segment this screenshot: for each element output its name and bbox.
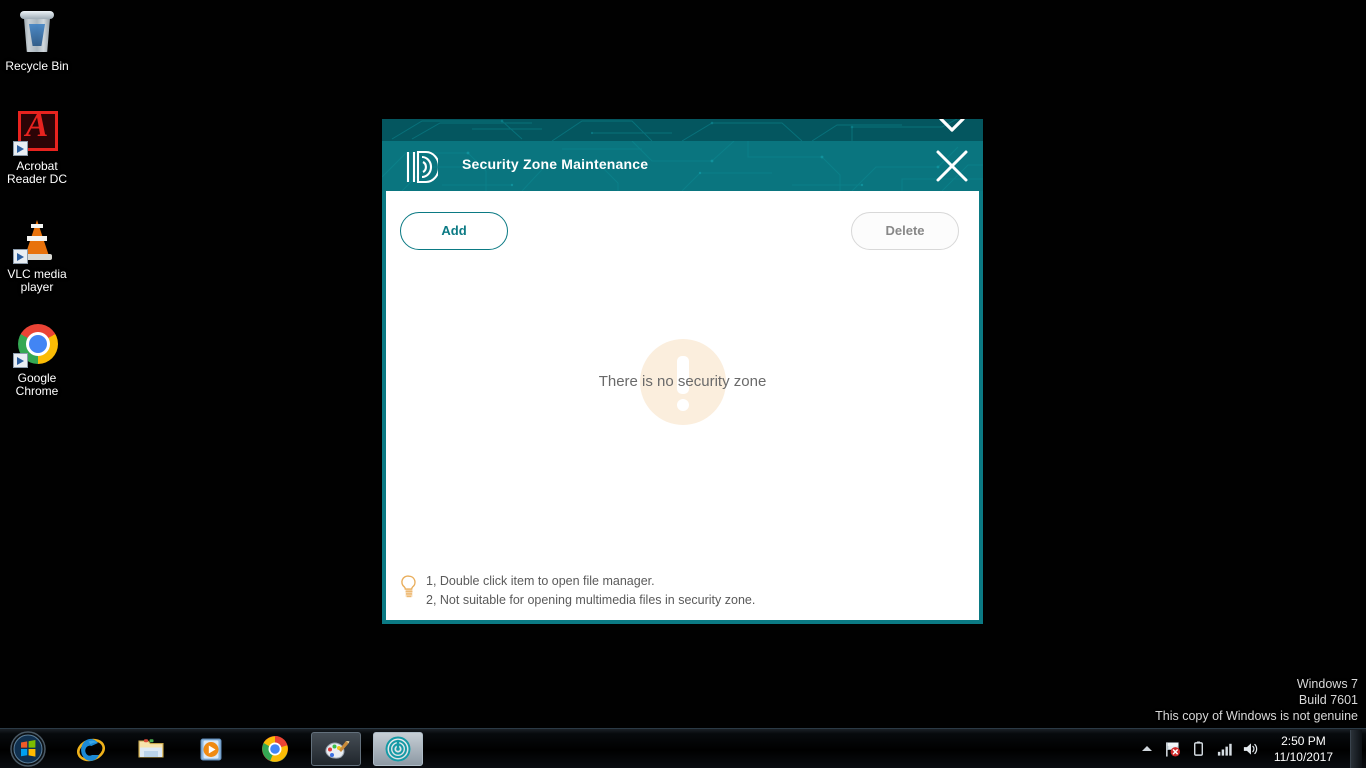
clock-date: 11/10/2017 [1273, 750, 1333, 764]
taskbar-item-windows-media-player[interactable] [186, 732, 236, 766]
show-desktop-button[interactable] [1350, 730, 1362, 768]
taskbar-item-internet-explorer[interactable] [66, 732, 116, 766]
chrome-icon [262, 736, 288, 762]
desktop-icon-label: Google Chrome [15, 371, 59, 398]
taskbar-item-paint[interactable] [311, 732, 361, 766]
signal-bars-icon[interactable] [1216, 740, 1233, 758]
battery-icon[interactable] [1190, 740, 1207, 758]
media-player-icon [200, 738, 222, 761]
chrome-icon [13, 320, 61, 368]
watermark-line-2: Build 7601 [1298, 693, 1358, 707]
chevron-up-icon[interactable] [1139, 741, 1155, 757]
window-top-strip [382, 119, 983, 141]
window-toolbar: Add Delete [386, 191, 979, 267]
paint-icon [325, 741, 350, 759]
empty-state-message: There is no security zone [598, 373, 767, 390]
desktop-icon-google-chrome[interactable]: Google Chrome [0, 320, 80, 398]
start-button[interactable] [4, 730, 52, 768]
flag-alert-icon[interactable] [1164, 740, 1181, 758]
desktop-icon-acrobat-reader[interactable]: A Acrobat Reader DC [0, 108, 80, 186]
system-tray: 2:50 PM 11/10/2017 [1139, 729, 1366, 768]
window-title-bar[interactable]: Security Zone Maintenance [382, 141, 983, 191]
watermark-line-3: This copy of Windows is not genuine [1155, 709, 1358, 723]
speaker-icon[interactable] [1242, 740, 1259, 758]
vlc-cone-icon [13, 216, 61, 264]
acrobat-reader-icon: A [13, 108, 61, 156]
desktop-icon-label: Acrobat Reader DC [6, 159, 68, 186]
recycle-bin-icon [13, 8, 61, 56]
desktop-icon-label: VLC media player [7, 267, 67, 294]
taskbar-clock[interactable]: 2:50 PM 11/10/2017 [1268, 733, 1339, 765]
desktop-icon-label: Recycle Bin [5, 59, 69, 73]
security-zone-window: Security Zone Maintenance Add Delete The… [382, 119, 983, 624]
tip-line-2: 2, Not suitable for opening multimedia f… [426, 593, 756, 607]
taskbar-item-security-zone-app[interactable] [373, 732, 423, 766]
security-zone-app-icon [385, 736, 411, 762]
window-title: Security Zone Maintenance [462, 156, 649, 172]
lightbulb-icon [401, 575, 416, 598]
shortcut-arrow-icon [13, 353, 28, 368]
circuit-pattern-decoration [391, 119, 958, 141]
clock-time: 2:50 PM [1281, 734, 1326, 748]
security-zone-list: There is no security zone [386, 267, 979, 584]
delete-button[interactable]: Delete [851, 212, 959, 250]
shortcut-arrow-icon [13, 249, 28, 264]
empty-state: There is no security zone [386, 339, 979, 425]
internet-explorer-icon [76, 738, 106, 762]
taskbar-item-google-chrome[interactable] [250, 732, 300, 766]
tip-line-1: 1, Double click item to open file manage… [426, 574, 655, 588]
folder-icon [138, 739, 164, 758]
close-button[interactable] [933, 147, 971, 185]
fingerprint-id-icon [406, 150, 438, 184]
add-button[interactable]: Add [400, 212, 508, 250]
desktop-icon-vlc[interactable]: VLC media player [0, 216, 80, 294]
minimize-button[interactable] [935, 119, 969, 135]
shortcut-arrow-icon [13, 141, 28, 156]
desktop-icon-recycle-bin[interactable]: Recycle Bin [0, 8, 80, 73]
taskbar-item-windows-explorer[interactable] [126, 732, 176, 766]
tips-lines: 1, Double click item to open file manage… [426, 572, 755, 610]
watermark-line-1: Windows 7 [1296, 677, 1358, 691]
taskbar: 2:50 PM 11/10/2017 [0, 728, 1366, 768]
windows-activation-watermark: Windows 7 Build 7601 This copy of Window… [1155, 676, 1358, 724]
desktop-screen: Recycle Bin A Acrobat Reader DC VLC medi… [0, 0, 1366, 768]
tips-area: 1, Double click item to open file manage… [400, 572, 959, 610]
